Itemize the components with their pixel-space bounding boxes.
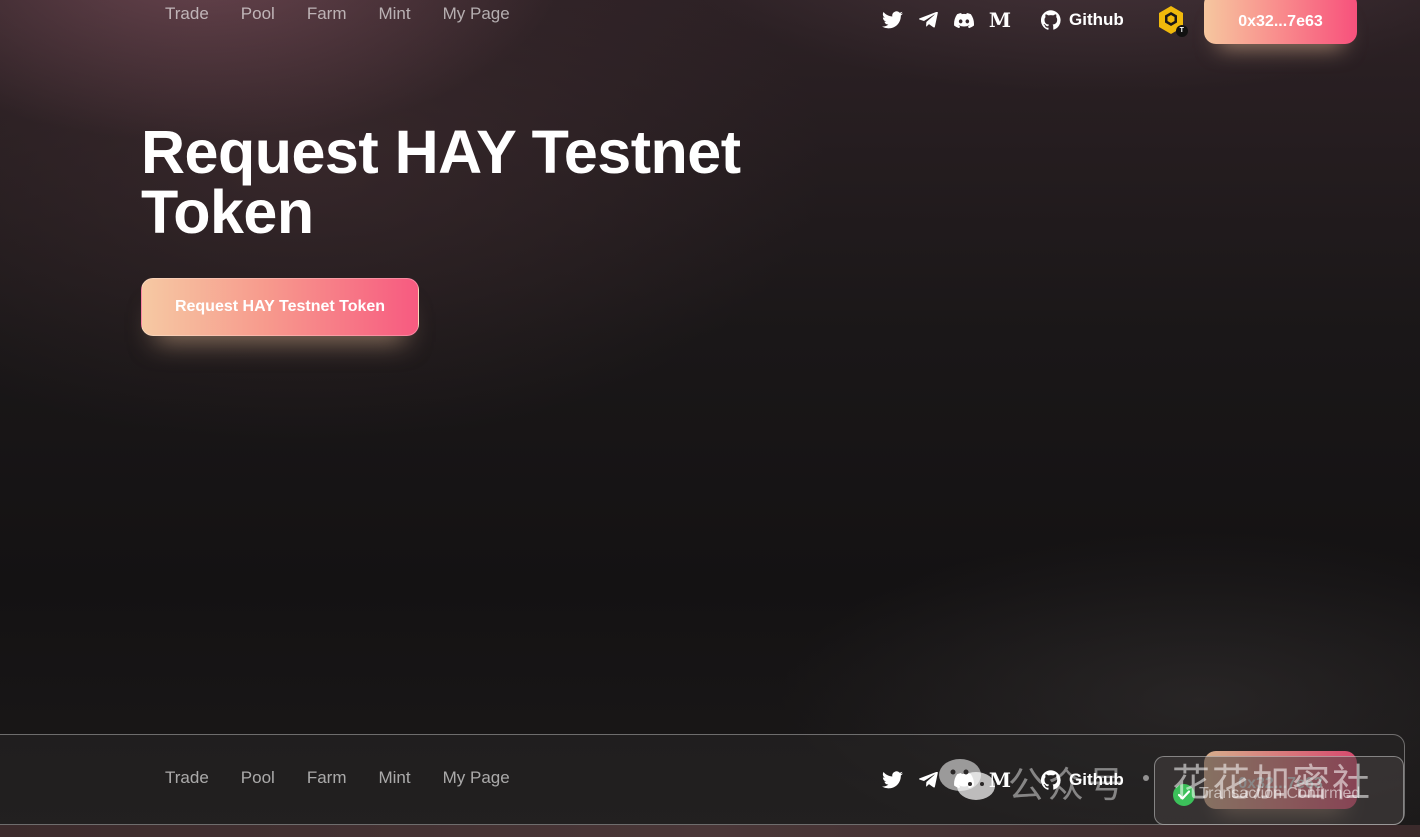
page-title: Request HAY Testnet Token (141, 118, 741, 246)
github-link[interactable]: Github (1041, 10, 1124, 30)
discord-icon[interactable] (952, 9, 976, 31)
nav-link-trade[interactable]: Trade (165, 4, 209, 24)
nav-link-pool[interactable]: Pool (241, 4, 275, 24)
watermark-dot (1143, 775, 1149, 781)
nav-link-mint[interactable]: Mint (378, 768, 410, 788)
medium-icon[interactable]: M (988, 9, 1012, 31)
watermark-label-right: 花花加密社 (1172, 761, 1373, 805)
nav-link-farm[interactable]: Farm (307, 4, 347, 24)
github-label: Github (1069, 10, 1124, 29)
wallet-address-button[interactable]: 0x32...7e63 (1204, 0, 1357, 44)
twitter-icon[interactable] (880, 769, 904, 791)
nav-right: M Github T (880, 5, 1188, 37)
bottom-strip (0, 825, 1420, 837)
nav-link-pool[interactable]: Pool (241, 768, 275, 788)
github-icon (1041, 10, 1061, 30)
nav-links: Trade Pool Farm Mint My Page (165, 4, 542, 24)
telegram-icon[interactable] (916, 769, 940, 791)
nav-link-trade[interactable]: Trade (165, 768, 209, 788)
twitter-icon[interactable] (880, 9, 904, 31)
medium-glyph: M (988, 8, 1012, 32)
wechat-icon (939, 759, 995, 800)
nav-link-my-page[interactable]: My Page (443, 4, 510, 24)
nav-link-my-page[interactable]: My Page (443, 768, 510, 788)
telegram-icon[interactable] (916, 9, 940, 31)
bottom-nav-links: Trade Pool Farm Mint My Page (165, 768, 542, 788)
nav-link-farm[interactable]: Farm (307, 768, 347, 788)
top-navbar: Trade Pool Farm Mint My Page M Github T … (0, 0, 1420, 44)
request-token-button[interactable]: Request HAY Testnet Token (141, 278, 419, 336)
watermark-label-left: 公众号 (1008, 765, 1129, 806)
bnb-chain-icon[interactable]: T (1156, 5, 1188, 37)
testnet-badge: T (1175, 25, 1188, 37)
nav-link-mint[interactable]: Mint (378, 4, 410, 24)
